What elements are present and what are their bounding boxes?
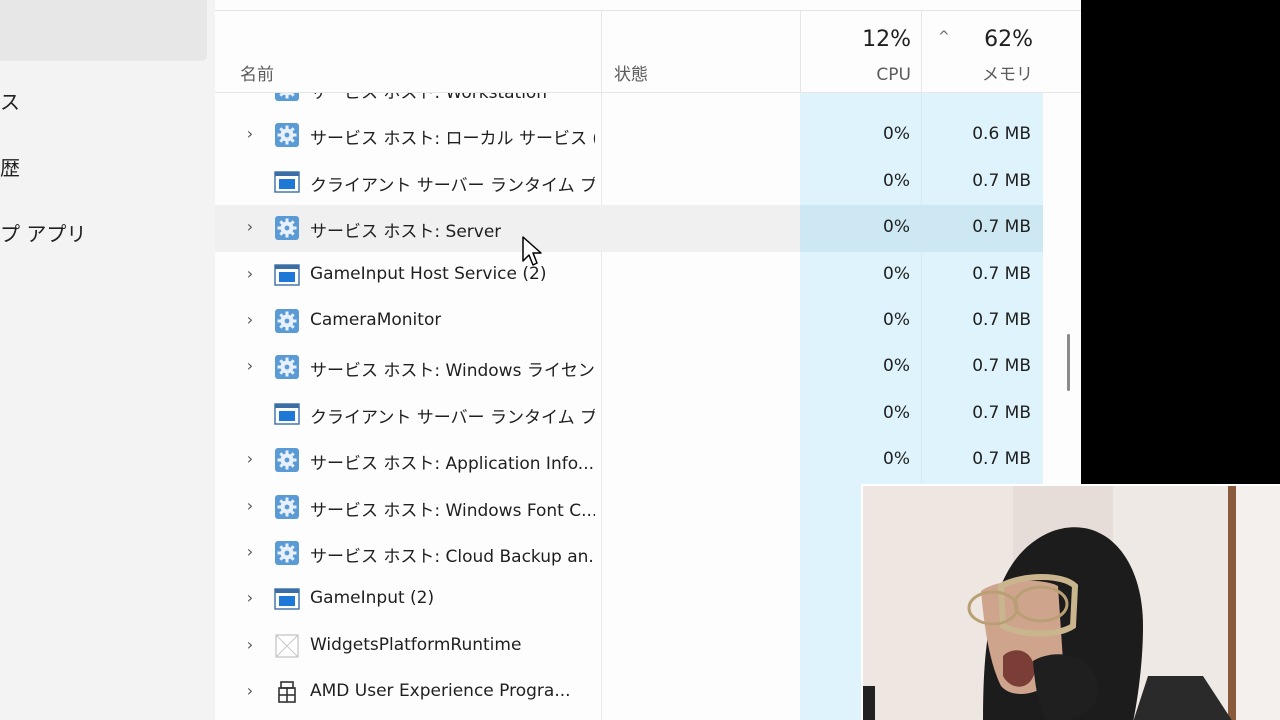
chevron-right-icon[interactable]: › (243, 449, 257, 468)
sort-ascending-icon: ^ (938, 29, 950, 45)
scrollbar-thumb[interactable] (1067, 334, 1070, 391)
chevron-right-icon[interactable]: › (243, 310, 257, 329)
chevron-right-icon[interactable]: › (243, 124, 257, 143)
gear-icon (274, 122, 300, 148)
chevron-right-icon[interactable]: › (243, 264, 257, 283)
process-name: サービス ホスト: Windows Font C... (310, 500, 595, 521)
process-row[interactable]: › GameInput Host Service (2) 0% 0.7 MB (215, 252, 1081, 298)
process-memory: 0.6 MB (972, 124, 1031, 145)
chevron-right-icon[interactable]: › (243, 542, 257, 561)
column-header-name[interactable]: 名前 (215, 11, 601, 93)
gear-icon (274, 447, 300, 473)
process-cpu: 0% (883, 170, 910, 191)
process-memory: 0.7 MB (972, 217, 1031, 238)
column-header-memory[interactable]: ^ 62% メモリ (921, 11, 1043, 93)
window-icon (274, 401, 300, 427)
window-icon (274, 262, 300, 288)
process-row[interactable]: › CameraMonitor 0% 0.7 MB (215, 298, 1081, 344)
process-memory: 0.7 MB (972, 449, 1031, 470)
gear-icon (274, 215, 300, 241)
amd-app-icon (274, 679, 300, 705)
process-cpu: 0% (883, 356, 910, 377)
column-header-cpu[interactable]: 12% CPU (800, 11, 921, 93)
process-name: GameInput Host Service (2) (310, 263, 547, 284)
process-memory: 0.7 MB (972, 356, 1031, 377)
process-name: サービス ホスト: ローカル サービス (... (310, 129, 595, 150)
gear-icon (274, 354, 300, 380)
nav-item-app-history[interactable]: 歴 (0, 152, 20, 181)
gear-icon (274, 308, 300, 334)
header-divider (215, 92, 1081, 93)
mouse-cursor-icon (522, 236, 542, 266)
chevron-right-icon[interactable]: › (243, 217, 257, 236)
process-name: クライアント サーバー ランタイム プロ... (310, 407, 595, 428)
chevron-right-icon[interactable]: › (243, 681, 257, 700)
column-header-status[interactable]: 状態 (601, 11, 800, 93)
process-name: AMD User Experience Progra... (310, 681, 571, 702)
memory-total-percent: 62% (984, 27, 1033, 52)
nav-item-services[interactable]: ス (0, 86, 20, 115)
process-name: CameraMonitor (310, 309, 442, 330)
process-cpu: 0% (883, 263, 910, 284)
process-row[interactable]: › サービス ホスト: Server 0% 0.7 MB (215, 205, 1081, 252)
column-name-label: 名前 (240, 65, 274, 85)
window-icon (274, 169, 300, 195)
process-row[interactable]: クライアント サーバー ランタイム プロ... 0% 0.7 MB (215, 391, 1081, 437)
process-cpu: 0% (883, 309, 910, 330)
webcam-video (863, 486, 1280, 720)
cpu-total-percent: 12% (862, 27, 911, 52)
process-row[interactable]: › サービス ホスト: Windows ライセン... 0% 0.7 MB (215, 344, 1081, 390)
blank-app-icon (274, 633, 300, 659)
memory-label: メモリ (982, 65, 1033, 85)
process-row[interactable]: › サービス ホスト: Application Info... 0% 0.7 MB (215, 437, 1081, 483)
chevron-right-icon[interactable]: › (243, 635, 257, 654)
navigation-pane: ス 歴 プ アプリ (0, 0, 215, 720)
window-icon (274, 586, 300, 612)
process-memory: 0.7 MB (972, 170, 1031, 191)
gear-icon (274, 494, 300, 520)
process-cpu: 0% (883, 449, 910, 470)
row-hover-highlight (601, 205, 800, 252)
process-name: WidgetsPlatformRuntime (310, 634, 522, 655)
process-memory: 0.7 MB (972, 263, 1031, 284)
gear-icon (274, 540, 300, 566)
process-cpu: 0% (883, 217, 910, 238)
column-status-label: 状態 (614, 65, 648, 85)
process-cpu: 0% (883, 124, 910, 145)
process-name: サービス ホスト: Cloud Backup an... (310, 546, 595, 567)
chevron-right-icon[interactable]: › (243, 356, 257, 375)
process-name: サービス ホスト: Application Info... (310, 454, 595, 475)
process-name: クライアント サーバー ランタイム プロ... (310, 175, 595, 196)
process-name: サービス ホスト: Windows ライセン... (310, 361, 595, 382)
process-row[interactable]: › サービス ホスト: ローカル サービス (... 0% 0.6 MB (215, 112, 1081, 158)
process-name: サービス ホスト: Server (310, 222, 502, 243)
process-row[interactable]: クライアント サーバー ランタイム プロ... 0% 0.7 MB (215, 159, 1081, 205)
cpu-label: CPU (876, 65, 911, 85)
process-memory: 0.7 MB (972, 309, 1031, 330)
chevron-right-icon[interactable]: › (243, 588, 257, 607)
nav-item-startup-apps[interactable]: プ アプリ (0, 218, 86, 247)
webcam-overlay (861, 484, 1280, 720)
process-name: GameInput (2) (310, 588, 435, 609)
nav-item-selected[interactable] (0, 0, 207, 61)
process-cpu: 0% (883, 402, 910, 423)
chevron-right-icon[interactable]: › (243, 496, 257, 515)
process-memory: 0.7 MB (972, 402, 1031, 423)
